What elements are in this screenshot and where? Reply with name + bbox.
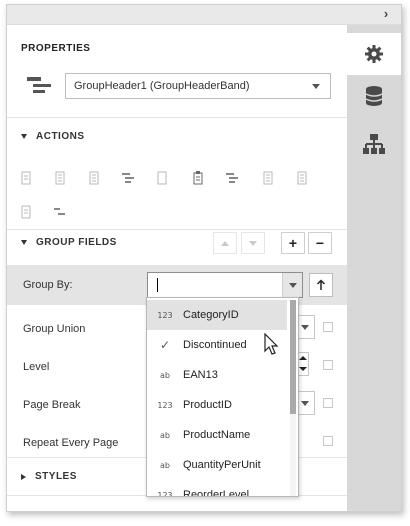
group-by-field[interactable] (147, 272, 303, 298)
section-group-fields-header[interactable]: GROUP FIELDS (21, 237, 117, 248)
dropdown-item-label: Discontinued (183, 339, 247, 351)
text-cursor (157, 278, 158, 292)
section-group-fields-label: GROUP FIELDS (36, 237, 117, 248)
action-icon[interactable] (191, 171, 205, 185)
property-label-page-break: Page Break (23, 399, 81, 411)
arrow-up-icon (316, 279, 326, 290)
chevron-down-icon (301, 325, 309, 330)
dropdown-item-label: ProductID (183, 399, 232, 411)
property-label-repeat-every-page: Repeat Every Page (23, 437, 119, 449)
action-icon[interactable] (19, 171, 33, 185)
numeric-field-icon: 123 (157, 310, 173, 320)
dropdown-item-quantityperunit[interactable]: ab QuantityPerUnit (147, 450, 287, 480)
scrollbar-thumb[interactable] (290, 300, 296, 414)
group-by-dropdown-button[interactable] (282, 273, 302, 297)
action-icon[interactable] (295, 171, 309, 185)
action-icon[interactable] (53, 205, 67, 219)
property-label-group-union: Group Union (23, 323, 86, 335)
action-icon[interactable] (155, 171, 169, 185)
add-group-field-button[interactable]: + (281, 232, 305, 254)
field-dropdown-list[interactable]: 123 CategoryID ✓ Discontinued ab EAN13 1… (146, 297, 299, 497)
panel-title: PROPERTIES (21, 43, 91, 54)
action-icon[interactable] (53, 171, 67, 185)
dropdown-item-ean13[interactable]: ab EAN13 (147, 360, 287, 390)
dropdown-item-reorderlevel[interactable]: 123 ReorderLevel (147, 480, 287, 497)
divider (7, 117, 347, 118)
band-select-value: GroupHeader1 (GroupHeaderBand) (74, 80, 250, 92)
collapse-panel-button[interactable]: › (379, 7, 393, 21)
chevron-right-icon: › (383, 6, 389, 21)
section-actions-header[interactable]: ACTIONS (21, 131, 85, 142)
minus-icon: − (315, 235, 325, 251)
move-up-button[interactable] (213, 232, 237, 254)
expanded-triangle-icon (21, 134, 27, 139)
boolean-field-icon: ✓ (159, 338, 171, 352)
group-header-band-icon (27, 77, 51, 93)
dropdown-item-label: EAN13 (183, 369, 218, 381)
hierarchy-icon (363, 134, 385, 154)
tab-report-explorer[interactable] (347, 123, 401, 165)
numeric-field-icon: 123 (157, 490, 173, 497)
move-down-button[interactable] (241, 232, 265, 254)
panel-top-bar: › (7, 5, 401, 25)
dropdown-item-label: QuantityPerUnit (183, 459, 261, 471)
tab-data-source[interactable] (347, 75, 401, 117)
numeric-field-icon: 123 (157, 400, 173, 410)
dropdown-item-label: CategoryID (183, 309, 239, 321)
string-field-icon: ab (160, 370, 170, 380)
properties-window: › PROPERTIES GroupHeader1 (GroupHeaderBa… (6, 4, 402, 512)
panel-tab-strip (347, 25, 401, 511)
group-union-checkbox[interactable] (323, 322, 333, 332)
level-checkbox[interactable] (323, 360, 333, 370)
chevron-down-icon (301, 401, 309, 406)
section-styles-label: STYLES (35, 471, 77, 482)
section-actions-label: ACTIONS (36, 131, 85, 142)
band-select[interactable]: GroupHeader1 (GroupHeaderBand) (65, 73, 331, 99)
properties-panel: PROPERTIES GroupHeader1 (GroupHeaderBand… (7, 25, 347, 511)
action-icon[interactable] (87, 171, 101, 185)
spin-up-icon (299, 356, 307, 360)
page-break-checkbox[interactable] (323, 398, 333, 408)
dropdown-item-label: ReorderLevel (183, 489, 250, 497)
plus-icon: + (288, 235, 298, 251)
tab-properties[interactable] (347, 33, 401, 75)
section-styles-header[interactable]: STYLES (21, 471, 77, 482)
repeat-every-page-checkbox[interactable] (323, 436, 333, 446)
action-icon[interactable] (121, 171, 135, 185)
dropdown-item-categoryid[interactable]: 123 CategoryID (147, 300, 287, 330)
group-by-label: Group By: (23, 279, 73, 291)
remove-group-field-button[interactable]: − (308, 232, 332, 254)
expanded-triangle-icon (21, 240, 27, 245)
sort-order-button[interactable] (309, 273, 333, 297)
action-icon[interactable] (19, 205, 33, 219)
gear-icon (365, 45, 383, 63)
string-field-icon: ab (160, 430, 170, 440)
chevron-down-icon (312, 84, 320, 89)
action-icon[interactable] (261, 171, 275, 185)
chevron-down-icon (289, 283, 297, 288)
database-icon (365, 86, 383, 106)
property-label-level: Level (23, 361, 50, 373)
spin-down-icon (299, 367, 307, 371)
chevron-down-icon (249, 240, 257, 246)
dropdown-item-label: ProductName (183, 429, 251, 441)
collapsed-triangle-icon (21, 473, 26, 480)
mouse-pointer-icon (264, 333, 279, 355)
action-icon[interactable] (225, 171, 239, 185)
dropdown-item-productid[interactable]: 123 ProductID (147, 390, 287, 420)
dropdown-item-productname[interactable]: ab ProductName (147, 420, 287, 450)
string-field-icon: ab (160, 460, 170, 470)
chevron-up-icon (221, 240, 229, 246)
dropdown-scrollbar[interactable] (290, 300, 296, 496)
divider (7, 229, 347, 230)
